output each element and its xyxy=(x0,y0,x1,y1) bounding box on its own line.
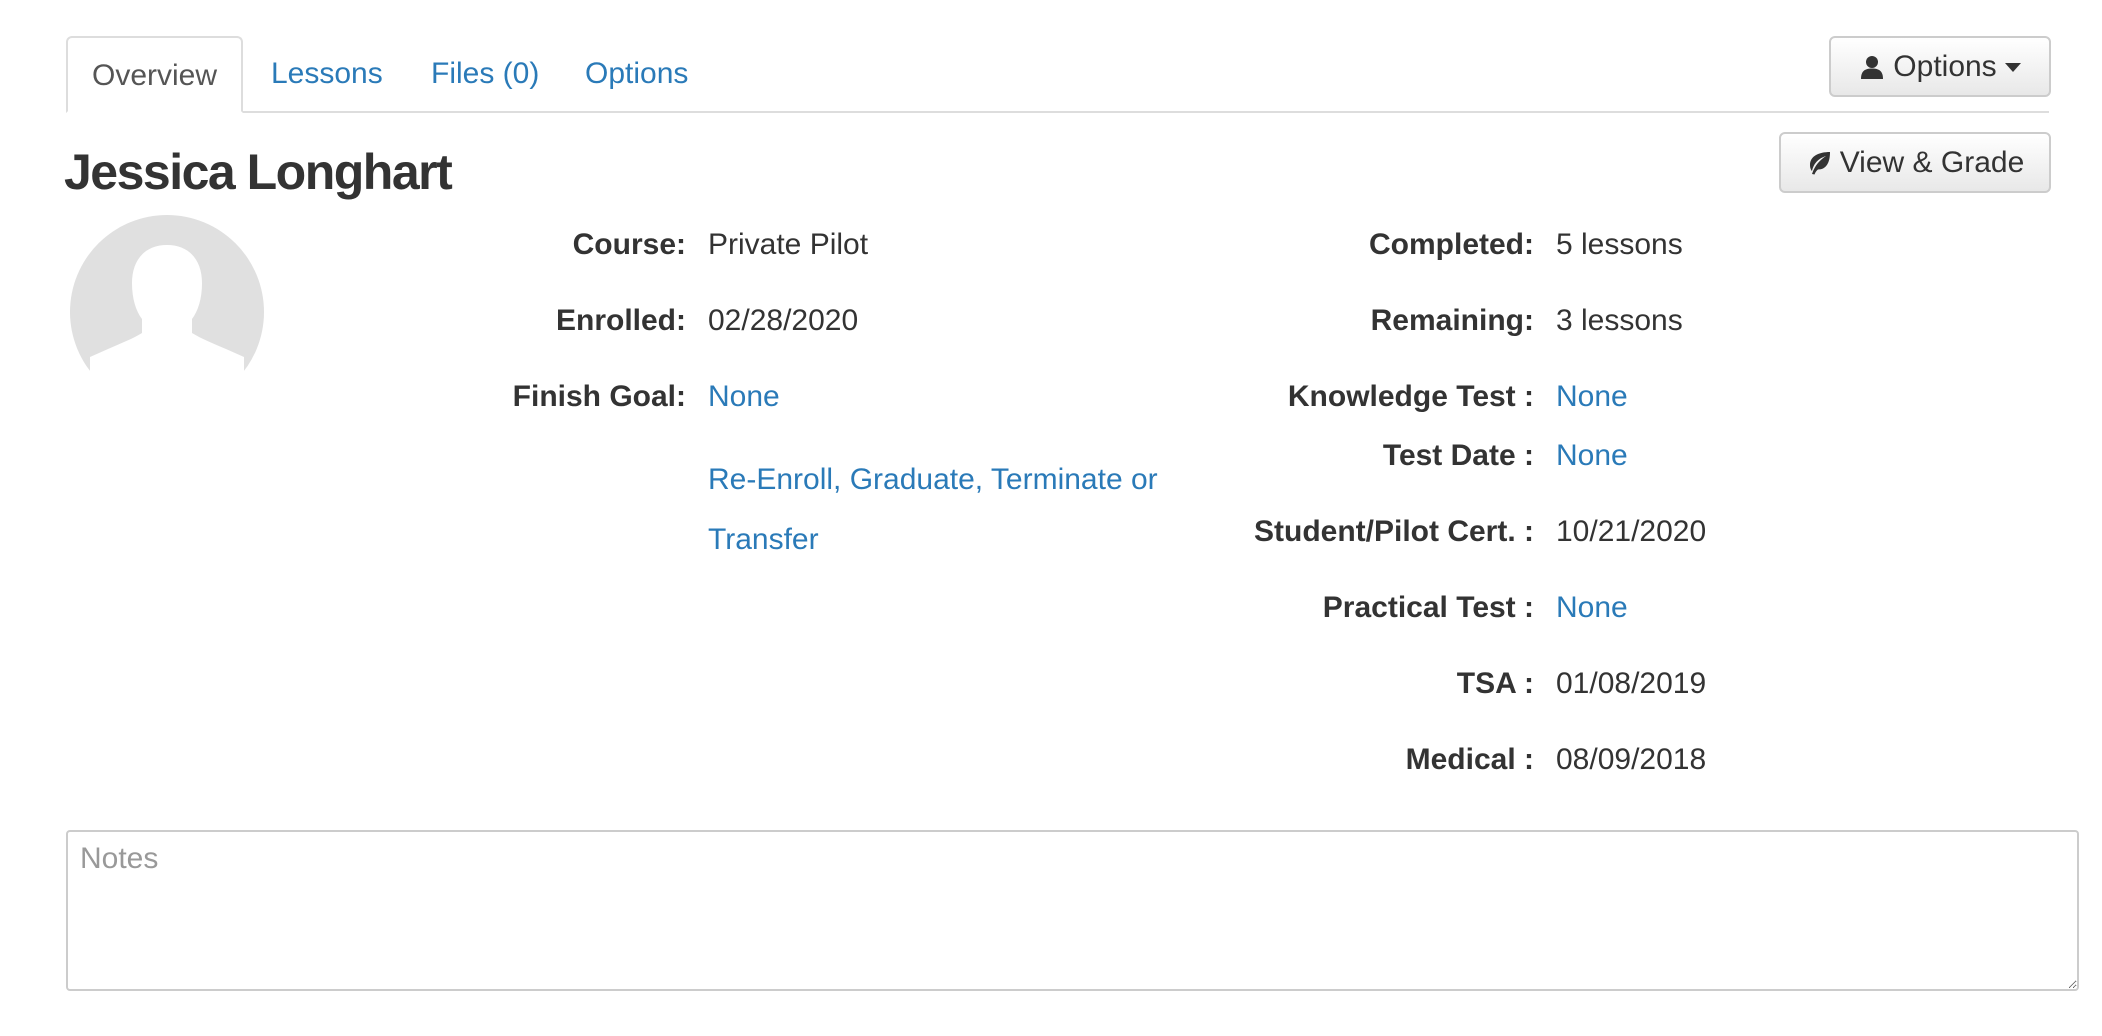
practical-test-link[interactable]: None xyxy=(1556,588,1628,628)
finish-goal-label: Finish Goal: xyxy=(512,380,686,413)
student-pilot-cert-label: Student/Pilot Cert. : xyxy=(1254,515,1534,548)
knowledge-test-link[interactable]: None xyxy=(1556,377,1628,417)
test-date-link[interactable]: None xyxy=(1556,436,1628,476)
remaining-label: Remaining: xyxy=(1370,304,1534,337)
view-grade-label: View & Grade xyxy=(1839,145,2025,179)
finish-goal-link[interactable]: None xyxy=(708,377,780,417)
notes-textarea[interactable] xyxy=(66,830,2079,991)
options-button-label: Options xyxy=(1893,49,1997,83)
user-icon xyxy=(1859,54,1885,80)
tab-options[interactable]: Options xyxy=(585,36,688,111)
completed-value: 5 lessons xyxy=(1556,228,1683,261)
course-label: Course: xyxy=(572,228,686,261)
tab-files[interactable]: Files (0) xyxy=(431,36,539,111)
tab-overview[interactable]: Overview xyxy=(66,36,244,113)
course-value: Private Pilot xyxy=(708,228,869,261)
options-dropdown-button[interactable]: Options xyxy=(1829,36,2051,97)
practical-test-label: Practical Test : xyxy=(1322,591,1534,624)
test-date-label: Test Date : xyxy=(1382,439,1534,472)
tab-lessons[interactable]: Lessons xyxy=(271,36,383,111)
view-grade-button[interactable]: View & Grade xyxy=(1779,132,2051,193)
enrolled-label: Enrolled: xyxy=(555,304,686,337)
avatar xyxy=(70,215,264,379)
completed-label: Completed: xyxy=(1369,228,1534,261)
default-avatar-icon xyxy=(70,215,264,379)
tab-bar: Overview Lessons Files (0) Options xyxy=(66,36,2049,113)
student-pilot-cert-value: 10/21/2020 xyxy=(1556,515,1707,548)
remaining-value: 3 lessons xyxy=(1556,304,1683,337)
enrolled-value: 02/28/2020 xyxy=(708,304,859,337)
tsa-label: TSA : xyxy=(1456,667,1534,700)
leaf-icon xyxy=(1806,150,1832,176)
knowledge-test-label: Knowledge Test : xyxy=(1287,380,1534,413)
medical-value: 08/09/2018 xyxy=(1556,743,1707,776)
caret-down-icon xyxy=(2004,63,2021,72)
medical-label: Medical : xyxy=(1405,743,1534,776)
student-name: Jessica Longhart xyxy=(64,144,453,200)
tsa-value: 01/08/2019 xyxy=(1556,667,1707,700)
enrollment-actions-link[interactable]: Re-Enroll, Graduate, Terminate or Transf… xyxy=(708,450,1168,570)
